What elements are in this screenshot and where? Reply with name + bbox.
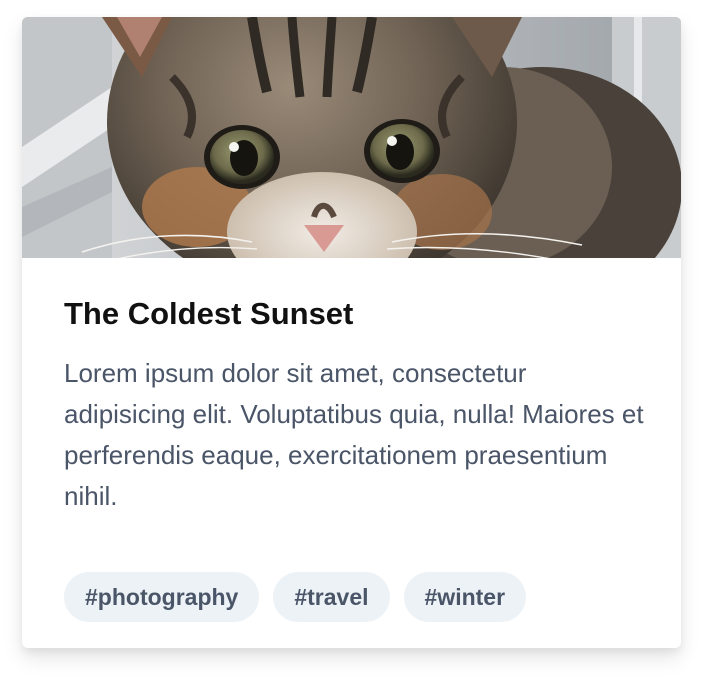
kitten-photo <box>22 17 681 258</box>
card-image <box>22 17 681 258</box>
card: The Coldest Sunset Lorem ipsum dolor sit… <box>22 17 681 648</box>
tag-photography[interactable]: #photography <box>64 572 260 622</box>
card-description: Lorem ipsum dolor sit amet, consectetur … <box>64 358 644 511</box>
card-title: The Coldest Sunset <box>64 296 354 331</box>
tag-travel[interactable]: #travel <box>273 572 390 622</box>
card-body: The Coldest Sunset Lorem ipsum dolor sit… <box>22 258 681 517</box>
tag-winter[interactable]: #winter <box>403 572 527 622</box>
tag-list: #photography #travel #winter <box>64 572 527 622</box>
